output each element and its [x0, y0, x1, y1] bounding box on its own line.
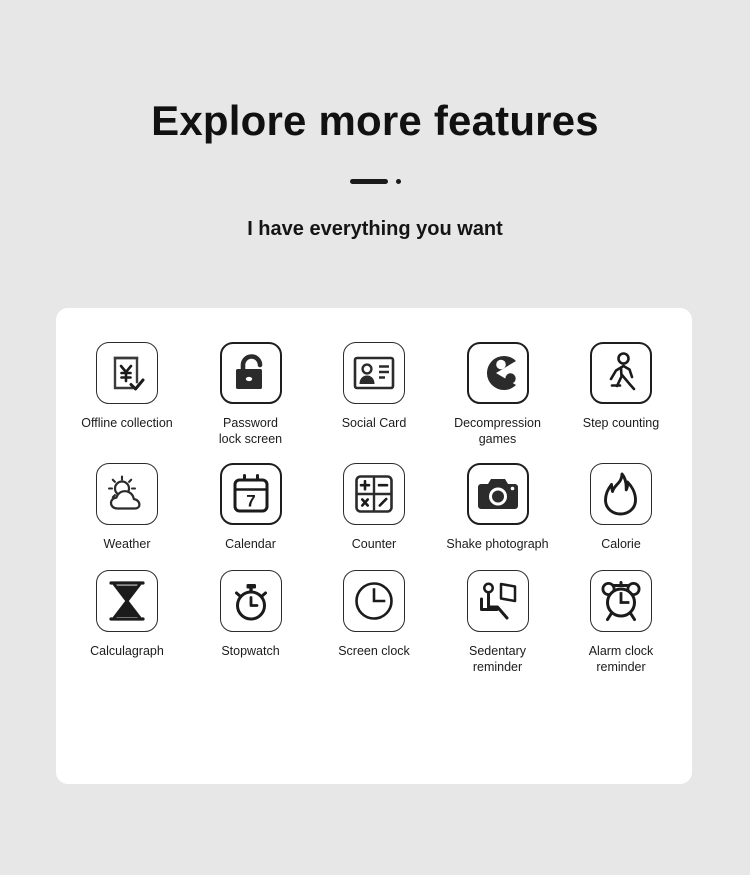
walking-person-icon	[590, 342, 652, 404]
clock-icon	[343, 570, 405, 632]
feature-item-shake-photograph[interactable]: Shake photograph	[441, 463, 555, 552]
calendar-day-number: 7	[246, 492, 255, 511]
feature-item-step-counting[interactable]: Step counting	[564, 342, 678, 431]
id-card-icon	[343, 342, 405, 404]
title-divider	[0, 176, 750, 186]
feature-label: Password lock screen	[218, 416, 283, 446]
feature-label: Calculagraph	[90, 644, 164, 658]
feature-item-sedentary-reminder[interactable]: Sedentary reminder	[441, 570, 555, 675]
person-sitting-desk-icon	[466, 570, 529, 632]
document-yen-check-icon	[96, 342, 158, 404]
feature-item-alarm-clock-reminder[interactable]: Alarm clock reminder	[564, 570, 678, 675]
features-grid: Offline collection Passwordlock screen	[56, 308, 692, 675]
feature-item-weather[interactable]: Weather	[70, 463, 184, 552]
page-subtitle: I have everything you want	[247, 218, 503, 241]
feature-label: Shake photograph	[446, 537, 549, 551]
camera-icon	[466, 463, 529, 525]
sun-cloud-icon	[96, 463, 158, 525]
feature-item-screen-clock[interactable]: Screen clock	[317, 570, 431, 659]
padlock-open-icon	[219, 342, 282, 404]
feature-label: Offline collection	[81, 416, 173, 430]
features-row: Weather 7 Calendar Counter Shake photogr…	[70, 463, 678, 552]
stopwatch-icon	[219, 570, 282, 632]
feature-item-decompression-games[interactable]: Decompression games	[441, 342, 555, 447]
flame-icon	[590, 463, 652, 525]
feature-label: Counter	[351, 537, 397, 551]
features-card: Offline collection Passwordlock screen	[56, 308, 692, 784]
feature-showcase-page: Explore more features I have everything …	[0, 0, 750, 875]
feature-item-counter[interactable]: Counter	[317, 463, 431, 552]
feature-label: Step counting	[582, 416, 660, 430]
hourglass-icon	[96, 570, 158, 632]
divider-bar-icon	[349, 178, 388, 184]
feature-item-social-card[interactable]: Social Card	[317, 342, 431, 431]
feature-item-calculagraph[interactable]: Calculagraph	[70, 570, 184, 659]
feature-label: Calorie	[601, 537, 641, 551]
alarm-clock-icon	[590, 570, 652, 632]
feature-label: Alarm clock reminder	[588, 644, 654, 674]
feature-item-stopwatch[interactable]: Stopwatch	[194, 570, 308, 659]
divider-dot-icon	[395, 178, 401, 184]
calendar-7-icon: 7	[219, 463, 282, 525]
features-row: Calculagraph Stopwatch Screen clock Sede…	[70, 570, 678, 675]
feature-label: Calendar	[225, 537, 276, 551]
page-title: Explore more features	[151, 97, 599, 144]
feature-label: Weather	[103, 537, 151, 551]
feature-item-offline-collection[interactable]: Offline collection	[70, 342, 184, 431]
feature-label: Decompression games	[454, 416, 541, 446]
calculator-icon	[343, 463, 405, 525]
feature-label: Social Card	[341, 416, 407, 430]
page-header: Explore more features I have everything …	[0, 0, 750, 241]
feature-label: Sedentary reminder	[469, 644, 526, 674]
feature-item-calorie[interactable]: Calorie	[564, 463, 678, 552]
features-row: Offline collection Passwordlock screen	[70, 342, 678, 447]
pacman-icon	[466, 342, 529, 404]
feature-item-password-lock-screen[interactable]: Password lock screen	[194, 342, 308, 447]
feature-label: Screen clock	[338, 644, 410, 658]
feature-item-calendar[interactable]: 7 Calendar	[194, 463, 308, 552]
feature-label: Stopwatch	[221, 644, 280, 658]
